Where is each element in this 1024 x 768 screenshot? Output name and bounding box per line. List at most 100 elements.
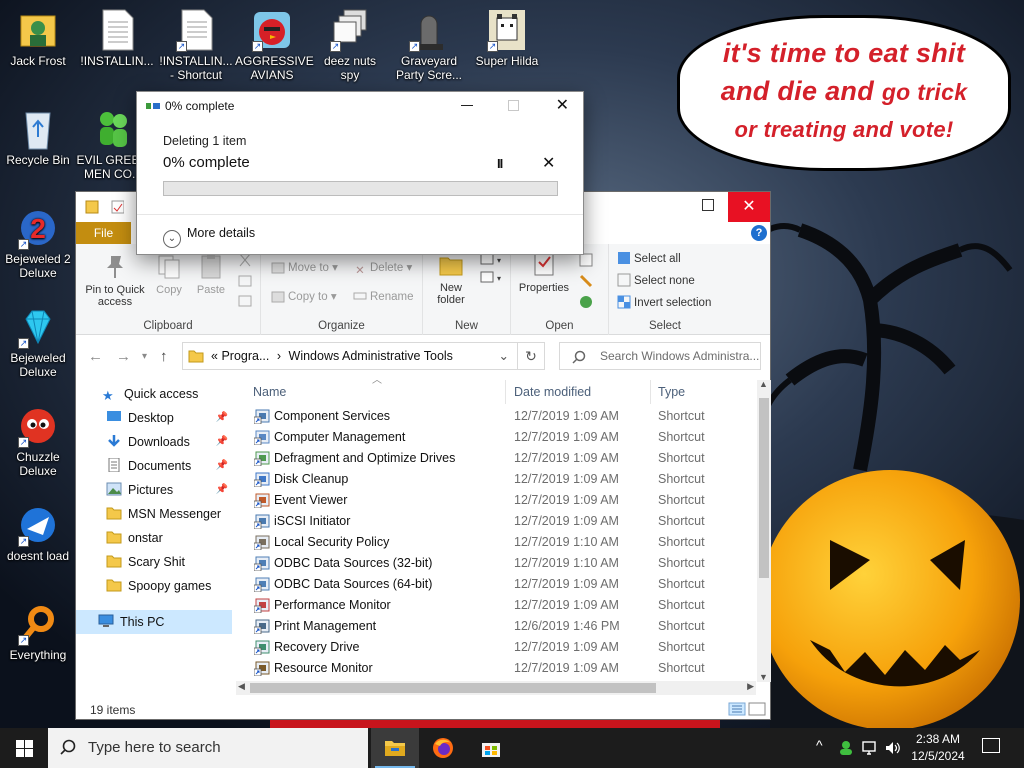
table-row[interactable]: Defragment and Optimize Drives 12/7/2019 … [246, 448, 761, 469]
column-type[interactable]: Type [651, 380, 751, 404]
nav-pictures[interactable]: Pictures 📌 [76, 478, 232, 502]
pin-to-quick-access-button[interactable]: Pin to Quick access [80, 252, 150, 308]
maximize-icon[interactable] [702, 199, 714, 211]
help-icon[interactable]: ? [751, 225, 767, 241]
move-to-button[interactable]: Move to ▾ [271, 259, 338, 277]
desktop-icon-chuzzle[interactable]: ↗ Chuzzle Deluxe [1, 404, 75, 478]
action-center-icon[interactable] [982, 738, 1000, 753]
close-icon[interactable]: ✕ [556, 95, 569, 115]
pause-icon[interactable]: II [497, 156, 503, 171]
table-row[interactable]: ODBC Data Sources (32-bit) 12/7/2019 1:10… [246, 553, 761, 574]
forward-arrow-icon[interactable]: → [116, 348, 131, 365]
more-details-button[interactable]: ⌄ More details [163, 223, 256, 248]
scrollbar-thumb[interactable] [250, 683, 656, 693]
copy-to-button[interactable]: Copy to ▾ [271, 288, 337, 306]
table-row[interactable]: Recovery Drive 12/7/2019 1:09 AM Shortcut [246, 637, 761, 658]
delete-button[interactable]: ✕ Delete ▾ [353, 259, 412, 277]
file-name: Component Services [274, 409, 391, 423]
up-arrow-icon[interactable]: ↑ [160, 348, 168, 365]
copy-button[interactable]: Copy [152, 252, 186, 296]
volume-icon[interactable] [884, 740, 902, 756]
table-row[interactable]: ODBC Data Sources (64-bit) 12/7/2019 1:09… [246, 574, 761, 595]
network-icon[interactable] [861, 740, 879, 756]
rename-icon [353, 289, 367, 303]
desktop-icon-doesnt-load[interactable]: ↗ doesnt load [1, 503, 75, 563]
table-row[interactable]: Computer Management 12/7/2019 1:09 AM Shor… [246, 427, 761, 448]
chevron-down-icon[interactable]: ⌄ [499, 343, 509, 369]
scroll-up-icon[interactable]: ▲ [759, 379, 768, 389]
taskbar-store[interactable] [467, 728, 515, 768]
table-row[interactable]: Local Security Policy 12/7/2019 1:10 AM Sh… [246, 532, 761, 553]
table-row[interactable]: Disk Cleanup 12/7/2019 1:09 AM Shortcut [246, 469, 761, 490]
desktop-icon-everything[interactable]: ↗ Everything [1, 602, 75, 662]
nav-quick-access[interactable]: ★ Quick access [76, 382, 232, 406]
breadcrumb-admin-tools[interactable]: Windows Administrative Tools [289, 349, 453, 363]
invert-selection-button[interactable]: Invert selection [617, 294, 711, 312]
tab-file[interactable]: File [76, 222, 131, 244]
desktop-icon-deez-nuts-spy[interactable]: ↗ deez nuts spy [313, 8, 387, 82]
people-tray-icon[interactable] [838, 740, 854, 756]
more-details-label: More details [187, 226, 256, 240]
minimize-icon[interactable] [461, 105, 473, 106]
new-folder-button[interactable]: New folder [429, 250, 473, 306]
stop-icon[interactable]: ✕ [542, 153, 555, 173]
table-row[interactable]: Print Management 12/6/2019 1:46 PM Shortcu… [246, 616, 761, 637]
nav-documents[interactable]: Documents 📌 [76, 454, 232, 478]
start-button[interactable] [0, 728, 48, 768]
shortcut-icon [254, 430, 270, 445]
nav-desktop[interactable]: Desktop 📌 [76, 406, 232, 430]
table-row[interactable]: iSCSI Initiator 12/7/2019 1:09 AM Shortcut [246, 511, 761, 532]
table-row[interactable]: Event Viewer 12/7/2019 1:09 AM Shortcut [246, 490, 761, 511]
desktop-icon-installing[interactable]: !INSTALLIN... [80, 8, 154, 68]
nav-this-pc[interactable]: This PC [76, 610, 232, 634]
nav-downloads[interactable]: Downloads 📌 [76, 430, 232, 454]
shortcut-icon [254, 661, 270, 676]
nav-scary-shit[interactable]: Scary Shit [76, 550, 232, 574]
close-icon[interactable]: ✕ [728, 192, 770, 222]
taskbar-file-explorer[interactable] [371, 728, 419, 768]
search-icon [572, 350, 586, 364]
back-arrow-icon[interactable]: ← [88, 348, 103, 365]
table-row[interactable]: Resource Monitor 12/7/2019 1:09 AM Shortcu… [246, 658, 761, 679]
paste-button[interactable]: Paste [192, 252, 230, 296]
nav-spoopy-games[interactable]: Spoopy games [76, 574, 232, 598]
vertical-scrollbar[interactable]: ▲ ▼ [757, 379, 771, 682]
scroll-right-icon[interactable]: ▶ [747, 681, 754, 692]
scroll-down-icon[interactable]: ▼ [759, 672, 768, 682]
scroll-left-icon[interactable]: ◀ [238, 681, 245, 692]
desktop-icon-graveyard-party[interactable]: ↗ Graveyard Party Scre... [392, 8, 466, 82]
select-none-button[interactable]: Select none [617, 272, 695, 290]
nav-onstar[interactable]: onstar [76, 526, 232, 550]
quick-access-toolbar-icon[interactable] [84, 199, 124, 215]
desktop-icon-super-hilda[interactable]: ↗ Super Hilda [470, 8, 544, 68]
column-name[interactable]: Name [246, 380, 506, 404]
breadcrumb-programs[interactable]: Progra... [221, 349, 269, 363]
scrollbar-thumb[interactable] [759, 398, 769, 578]
desktop-icon-jack-frost[interactable]: Jack Frost [1, 8, 75, 68]
taskbar-search-box[interactable]: Type here to search [48, 728, 368, 768]
column-date-modified[interactable]: Date modified [507, 380, 651, 404]
new-item-icon[interactable]: ▾▾ [479, 252, 505, 292]
rename-button[interactable]: Rename [353, 288, 413, 306]
desktop-icon-aggressive-avians[interactable]: ↗ AGGRESSIVE AVIANS [235, 8, 314, 82]
nav-msn-messenger[interactable]: MSN Messenger [76, 502, 232, 526]
open-small-icons[interactable] [577, 252, 597, 312]
properties-button[interactable]: Properties [514, 250, 574, 294]
table-row[interactable]: Performance Monitor 12/7/2019 1:09 AM Shor… [246, 595, 761, 616]
table-row[interactable]: Component Services 12/7/2019 1:09 AM Short… [246, 406, 761, 427]
refresh-button[interactable]: ↻ [517, 342, 545, 370]
show-hidden-icons-icon[interactable]: ^ [816, 737, 823, 753]
select-all-button[interactable]: Select all [617, 250, 681, 268]
horizontal-scrollbar[interactable]: ◀ ▶ [236, 681, 756, 695]
desktop-icon-bejeweled-deluxe[interactable]: ↗ Bejeweled Deluxe [1, 305, 75, 379]
desktop-icon-recycle-bin[interactable]: Recycle Bin [1, 107, 75, 167]
desktop-icon-installing-shortcut[interactable]: ↗ !INSTALLIN... - Shortcut [159, 8, 233, 82]
address-bar[interactable]: « Progra... › Windows Administrative Too… [182, 342, 518, 370]
taskbar-clock[interactable]: 2:38 AM 12/5/2024 [908, 731, 968, 765]
cut-icon[interactable] [236, 252, 254, 312]
taskbar-firefox[interactable] [419, 728, 467, 768]
search-input[interactable]: Search Windows Administra... [559, 342, 761, 370]
recent-locations-icon[interactable]: ▾ [142, 351, 147, 362]
desktop-icon-bejeweled-2[interactable]: 2 ↗ Bejeweled 2 Deluxe [1, 206, 75, 280]
view-toggle-icons[interactable] [728, 702, 766, 716]
